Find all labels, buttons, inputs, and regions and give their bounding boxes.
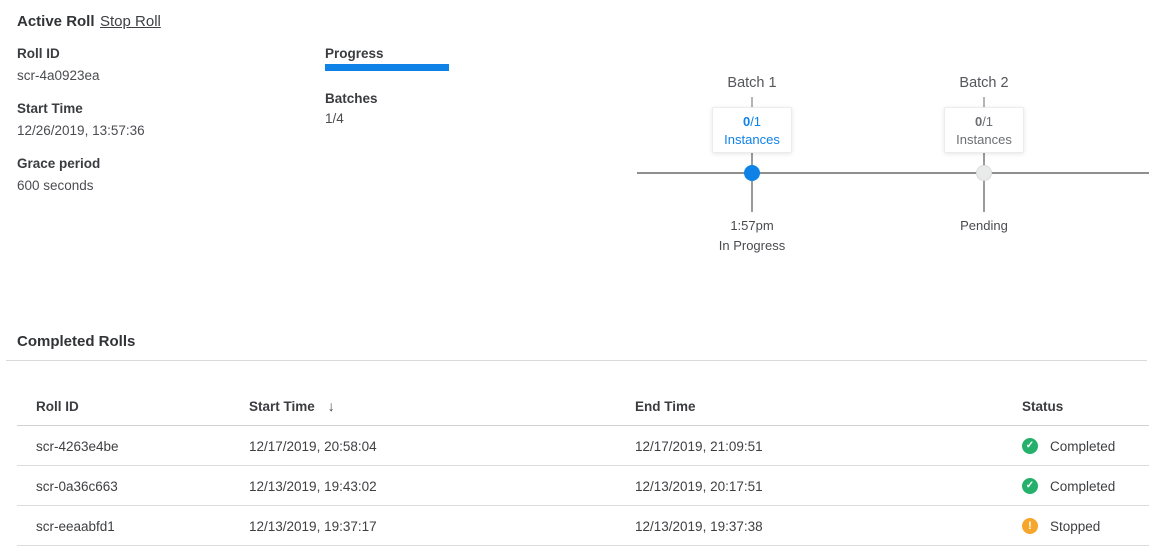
start-time-label: Start Time (17, 101, 145, 116)
batch-1-time: 1:57pm (672, 218, 832, 233)
batch-1-marker-dot (744, 165, 760, 181)
batch-2-instances-card: 0/1 Instances (944, 107, 1024, 153)
column-header-end-time[interactable]: End Time (635, 386, 696, 426)
timeline-axis (637, 172, 1149, 174)
batch-2-title: Batch 2 (904, 75, 1064, 91)
row-roll-id: scr-eeaabfd1 (36, 506, 115, 546)
batch-1-title: Batch 1 (672, 75, 832, 91)
batch-1-connector (751, 153, 753, 212)
progress-bar (325, 64, 449, 71)
grace-period-value: 600 seconds (17, 178, 100, 193)
roll-id-field: Roll ID scr-4a0923ea (17, 46, 100, 83)
row-start-time: 12/17/2019, 20:58:04 (249, 426, 377, 466)
row-end-time: 12/13/2019, 20:17:51 (635, 466, 763, 506)
batch-2-marker-dot (976, 165, 992, 181)
column-header-roll-id[interactable]: Roll ID (36, 386, 79, 426)
sort-descending-icon: ↓ (328, 398, 335, 414)
batch-2-connector (983, 153, 985, 212)
batch-1-instances-label: Instances (713, 132, 791, 147)
batches-value: 1/4 (325, 111, 344, 126)
row-start-time: 12/13/2019, 19:37:17 (249, 506, 377, 546)
stop-roll-link[interactable]: Stop Roll (100, 13, 161, 30)
start-time-field: Start Time 12/26/2019, 13:57:36 (17, 101, 145, 138)
status-stopped-icon: ! (1022, 518, 1038, 534)
status-completed-icon: ✓ (1022, 438, 1038, 454)
progress-bar-fill (325, 64, 449, 71)
batch-2-instances-count: 0/1 (945, 114, 1023, 129)
start-time-value: 12/26/2019, 13:57:36 (17, 123, 145, 138)
completed-rolls-title: Completed Rolls (17, 333, 135, 350)
table-row[interactable]: scr-eeaabfd1 12/13/2019, 19:37:17 12/13/… (17, 506, 1149, 546)
timeline-batch-2: Batch 2 0/1 Instances Pending (904, 75, 1064, 91)
grace-period-field: Grace period 600 seconds (17, 156, 100, 193)
batches-label: Batches (325, 91, 378, 106)
row-roll-id: scr-4263e4be (36, 426, 119, 466)
row-status: ! Stopped (1022, 506, 1100, 546)
batch-2-instances-label: Instances (945, 132, 1023, 147)
row-end-time: 12/17/2019, 21:09:51 (635, 426, 763, 466)
progress-label: Progress (325, 46, 384, 61)
row-status: ✓ Completed (1022, 466, 1115, 506)
batch-1-tick (751, 97, 753, 107)
table-header-row: Roll ID Start Time ↓ End Time Status (17, 386, 1149, 426)
row-end-time: 12/13/2019, 19:37:38 (635, 506, 763, 546)
completed-rolls-table: Roll ID Start Time ↓ End Time Status scr… (17, 386, 1149, 546)
batch-1-instances-card[interactable]: 0/1 Instances (712, 107, 792, 153)
row-status: ✓ Completed (1022, 426, 1115, 466)
status-text: Completed (1050, 439, 1115, 454)
grace-period-label: Grace period (17, 156, 100, 171)
roll-id-value: scr-4a0923ea (17, 68, 100, 83)
batch-1-instances-count: 0/1 (713, 114, 791, 129)
row-roll-id: scr-0a36c663 (36, 466, 118, 506)
roll-id-label: Roll ID (17, 46, 100, 61)
status-completed-icon: ✓ (1022, 478, 1038, 494)
status-text: Stopped (1050, 519, 1100, 534)
batch-2-time: Pending (904, 218, 1064, 233)
status-text: Completed (1050, 479, 1115, 494)
column-header-start-time[interactable]: Start Time ↓ (249, 386, 335, 426)
start-time-header-label: Start Time (249, 399, 315, 414)
row-start-time: 12/13/2019, 19:43:02 (249, 466, 377, 506)
table-row[interactable]: scr-0a36c663 12/13/2019, 19:43:02 12/13/… (17, 466, 1149, 506)
batch-1-status: In Progress (672, 238, 832, 253)
section-divider (6, 360, 1147, 361)
active-roll-title: Active Roll (17, 13, 95, 30)
batch-2-tick (983, 97, 985, 107)
table-row[interactable]: scr-4263e4be 12/17/2019, 20:58:04 12/17/… (17, 426, 1149, 466)
column-header-status[interactable]: Status (1022, 386, 1063, 426)
timeline-batch-1: Batch 1 0/1 Instances 1:57pm In Progress (672, 75, 832, 91)
